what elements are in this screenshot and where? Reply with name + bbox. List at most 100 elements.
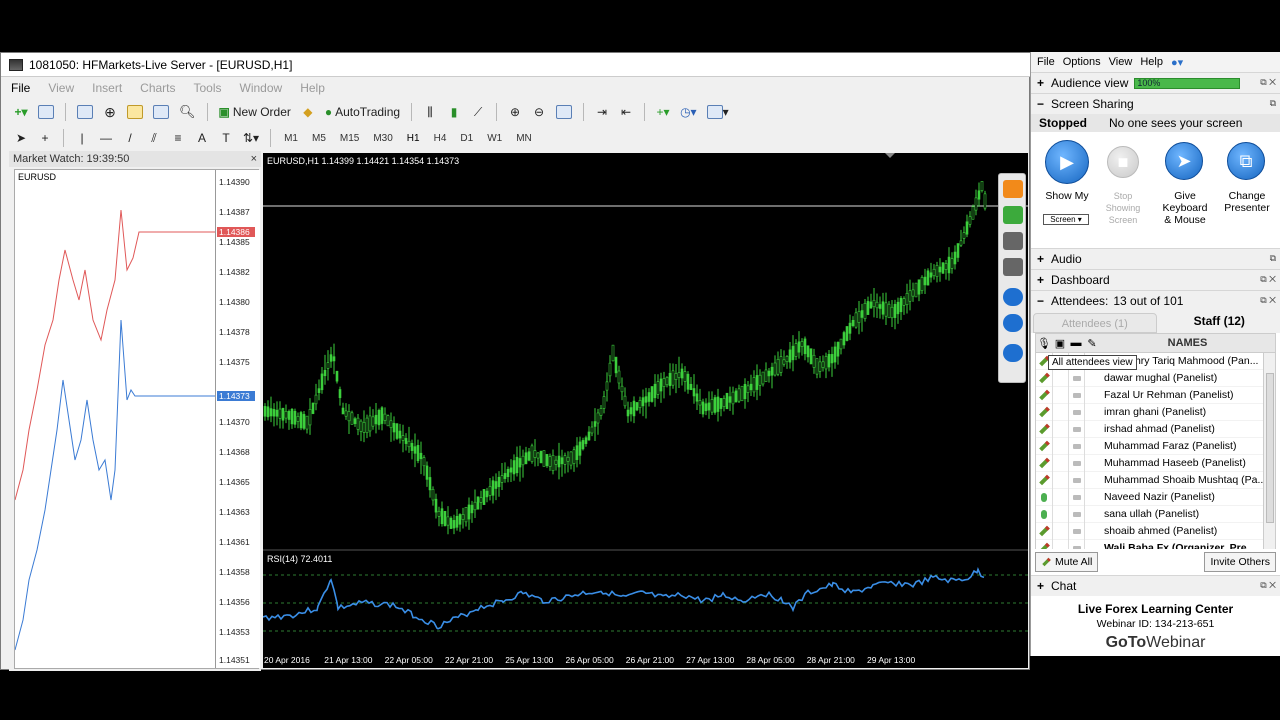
collapse-icon[interactable]: − — [1037, 97, 1047, 111]
collapse-icon[interactable]: − — [1037, 294, 1047, 308]
camera-column-icon[interactable]: ▬ — [1068, 337, 1084, 349]
tf-mn[interactable]: MN — [511, 133, 537, 144]
pencil-column-icon[interactable]: ✎ — [1084, 337, 1100, 350]
new-order-button[interactable]: ▣ New Order — [216, 102, 294, 122]
invite-others-button[interactable]: Invite Others — [1204, 552, 1276, 572]
names-column-header[interactable]: NAMES — [1100, 337, 1275, 349]
tf-d1[interactable]: D1 — [455, 133, 478, 144]
screen-icon[interactable] — [1003, 258, 1023, 276]
globe-icon[interactable]: ●▾ — [1171, 56, 1183, 69]
webcam-icon[interactable] — [1003, 232, 1023, 250]
fibonacci-icon[interactable]: ≡ — [168, 128, 188, 148]
chat-section[interactable]: + Chat ⧉ ✕ — [1031, 575, 1280, 596]
pencil-icon[interactable] — [1036, 438, 1052, 455]
staff-row[interactable]: Muhammad Haseeb (Panelist) — [1036, 454, 1275, 472]
menu-charts[interactable]: Charts — [140, 81, 175, 95]
staff-row[interactable]: shoaib ahmed (Panelist) — [1036, 522, 1275, 540]
pencil-icon[interactable] — [1036, 455, 1052, 472]
bar-chart-icon[interactable]: ⫼ — [420, 102, 440, 122]
periods-icon[interactable]: ◷▾ — [677, 102, 700, 122]
tf-m1[interactable]: M1 — [279, 133, 303, 144]
popout-icon[interactable]: ⧉ — [1270, 98, 1276, 109]
screen-select[interactable]: Screen ▾ — [1043, 214, 1089, 225]
autoscroll-icon[interactable]: ⇥ — [592, 102, 612, 122]
tile-windows-icon[interactable] — [553, 102, 575, 122]
mute-all-button[interactable]: Mute All — [1035, 552, 1099, 572]
pencil-icon[interactable] — [1036, 387, 1052, 404]
expand-icon[interactable]: + — [1037, 76, 1047, 90]
close-icon[interactable]: × — [251, 153, 257, 165]
audio-section[interactable]: + Audio ⧉ — [1031, 248, 1280, 269]
pencil-icon[interactable] — [1036, 404, 1052, 421]
tf-m15[interactable]: M15 — [335, 133, 364, 144]
tf-h1[interactable]: H1 — [402, 133, 425, 144]
staff-row[interactable]: sana ullah (Panelist) — [1036, 505, 1275, 523]
attendees-section[interactable]: − Attendees: 13 out of 101 ⧉ ✕ — [1031, 290, 1280, 311]
mic-icon[interactable] — [1003, 206, 1023, 224]
crosshair-icon[interactable]: ⊕ — [100, 102, 120, 122]
staff-row[interactable]: Muhammad Shoaib Mushtaq (Pa... — [1036, 471, 1275, 489]
horizontal-line-icon[interactable]: — — [96, 128, 116, 148]
staff-row[interactable]: Wali Baba Fx (Organizer, Pre... — [1036, 539, 1275, 549]
expand-icon[interactable]: + — [1037, 273, 1047, 287]
mic-icon[interactable] — [1036, 489, 1052, 506]
mic-icon[interactable] — [1036, 506, 1052, 523]
menu-help[interactable]: Help — [300, 81, 325, 95]
label-tool-icon[interactable]: T — [216, 128, 236, 148]
menu-file[interactable]: File — [11, 81, 30, 95]
staff-row[interactable]: dawar mughal (Panelist) — [1036, 369, 1275, 387]
screen-column-icon[interactable]: ▣ — [1052, 337, 1068, 350]
scrollbar-thumb[interactable] — [1266, 373, 1274, 523]
pencil-icon[interactable] — [1036, 370, 1052, 387]
tf-m5[interactable]: M5 — [307, 133, 331, 144]
line-chart-icon[interactable]: ⟋ — [468, 102, 488, 122]
zoom-in-icon[interactable]: ⊕ — [505, 102, 525, 122]
keyboard-mouse-icon[interactable] — [1003, 288, 1023, 306]
stop-showing-button[interactable]: ■ — [1107, 146, 1139, 178]
pencil-icon[interactable] — [1036, 421, 1052, 438]
navigator-icon[interactable] — [124, 102, 146, 122]
zoom-out-icon[interactable]: ⊖ — [529, 102, 549, 122]
change-presenter-button[interactable]: ⧉ — [1227, 142, 1265, 180]
terminal-icon[interactable] — [150, 102, 172, 122]
gtw-menu-view[interactable]: View — [1109, 56, 1133, 68]
popout-icon[interactable]: ⧉ ✕ — [1260, 580, 1276, 591]
profiles-button[interactable] — [35, 102, 57, 122]
chart-shift-icon[interactable]: ⇤ — [616, 102, 636, 122]
popout-icon[interactable]: ⧉ — [1270, 253, 1276, 264]
chart-shift-marker-icon[interactable] — [885, 153, 895, 158]
tf-w1[interactable]: W1 — [482, 133, 507, 144]
popout-icon[interactable]: ⧉ ✕ — [1260, 295, 1276, 306]
templates-icon[interactable]: ▾ — [704, 102, 732, 122]
staff-row[interactable]: irshad ahmad (Panelist) — [1036, 420, 1275, 438]
dashboard-section[interactable]: + Dashboard ⧉ ✕ — [1031, 269, 1280, 290]
candle-chart-icon[interactable]: ▮ — [444, 102, 464, 122]
give-keyboard-button[interactable]: ➤ — [1165, 142, 1203, 180]
tf-h4[interactable]: H4 — [429, 133, 452, 144]
tab-attendees[interactable]: Attendees (1) — [1033, 313, 1157, 333]
tester-icon[interactable]: 🔍︎ — [176, 102, 199, 122]
trendline-icon[interactable]: / — [120, 128, 140, 148]
pin-icon[interactable]: ⧉ ✕ — [1260, 77, 1276, 88]
menu-window[interactable]: Window — [240, 81, 283, 95]
pencil-icon[interactable] — [1036, 540, 1052, 549]
new-chart-button[interactable]: +▾ — [11, 102, 31, 122]
collapse-arrow-icon[interactable] — [1003, 180, 1023, 198]
vertical-line-icon[interactable]: | — [72, 128, 92, 148]
staff-row[interactable]: imran ghani (Panelist) — [1036, 403, 1275, 421]
metaeditor-icon[interactable]: ◆ — [298, 102, 318, 122]
autotrading-button[interactable]: ● AutoTrading — [322, 102, 403, 122]
gtw-menu-options[interactable]: Options — [1063, 56, 1101, 68]
menu-insert[interactable]: Insert — [92, 81, 122, 95]
gtw-menu-help[interactable]: Help — [1140, 56, 1163, 68]
expand-icon[interactable]: + — [1037, 252, 1047, 266]
tf-m30[interactable]: M30 — [368, 133, 397, 144]
audience-view-section[interactable]: + Audience view 100% ⧉ ✕ — [1031, 72, 1280, 93]
expand-icon[interactable]: + — [1037, 579, 1047, 593]
drawing-tools-icon[interactable] — [1003, 344, 1023, 362]
market-watch-icon[interactable] — [74, 102, 96, 122]
staff-row[interactable]: Fazal Ur Rehman (Panelist) — [1036, 386, 1275, 404]
menu-tools[interactable]: Tools — [194, 81, 222, 95]
scrollbar[interactable] — [1263, 353, 1275, 549]
crosshair-tool-icon[interactable]: + — [35, 128, 55, 148]
